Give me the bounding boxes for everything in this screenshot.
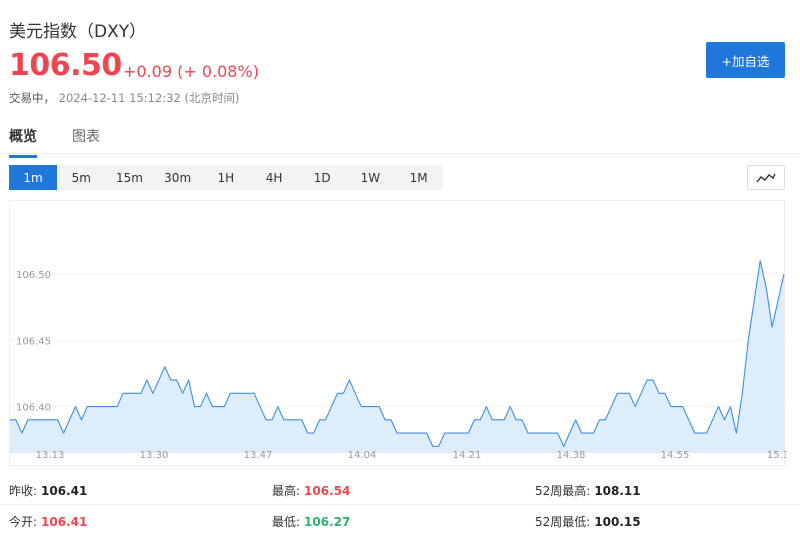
period-30m[interactable]: 30m xyxy=(154,165,202,190)
period-1m[interactable]: 1m xyxy=(9,165,58,190)
period-5m[interactable]: 5m xyxy=(57,165,105,190)
period-1mo[interactable]: 1M xyxy=(395,165,443,190)
stat-low: 最低: 106.27 xyxy=(272,513,350,530)
x-tick-label: 13.30 xyxy=(140,450,169,461)
page-title: 美元指数（DXY） xyxy=(9,22,147,42)
stat-open-label: 今开: xyxy=(9,515,38,529)
y-tick-label: 106.50 xyxy=(16,270,51,281)
period-selector: 1m 5m 15m 30m 1H 4H 1D 1W 1M xyxy=(9,165,443,190)
price-change: +0.09 (+ 0.08%) xyxy=(123,62,259,81)
stat-low-value: 106.27 xyxy=(304,515,351,529)
line-chart-icon xyxy=(756,173,776,182)
stat-high-value: 106.54 xyxy=(304,484,351,498)
x-tick-label: 13.13 xyxy=(36,450,65,461)
price-chart-svg: 106.40 106.45 106.50 13.13 13.30 13.47 14.04 14… xyxy=(10,260,786,461)
timestamp: 2024-12-11 15:12:32 xyxy=(58,91,181,105)
period-15m[interactable]: 15m xyxy=(105,165,153,190)
period-4h[interactable]: 4H xyxy=(250,165,298,190)
stat-52w-low-value: 100.15 xyxy=(594,515,641,529)
x-tick-label: 14.38 xyxy=(557,450,586,461)
change-percent: (+ 0.08%) xyxy=(177,62,259,81)
period-1w[interactable]: 1W xyxy=(346,165,394,190)
stat-open: 今开: 106.41 xyxy=(9,513,87,530)
current-price: 106.50 xyxy=(9,48,122,83)
timezone: (北京时间) xyxy=(184,91,240,105)
stat-open-value: 106.41 xyxy=(41,515,88,529)
price-area xyxy=(10,260,784,453)
x-tick-label: 14.55 xyxy=(661,450,690,461)
tab-chart[interactable]: 图表 xyxy=(72,126,100,155)
stat-52w-high-label: 52周最高: xyxy=(535,484,591,498)
stats-divider xyxy=(0,504,800,505)
add-watchlist-button[interactable]: +加自选 xyxy=(706,42,785,78)
stat-high: 最高: 106.54 xyxy=(272,482,350,499)
trading-state: 交易中， xyxy=(9,91,55,105)
tab-bar: 概览 图表 xyxy=(0,120,800,158)
y-tick-label: 106.40 xyxy=(16,403,51,414)
stat-prev-close-value: 106.41 xyxy=(41,484,88,498)
chart-type-toggle[interactable] xyxy=(747,165,785,190)
stat-52w-low: 52周最低: 100.15 xyxy=(535,513,641,530)
trading-status: 交易中， 2024-12-11 15:12:32 (北京时间) xyxy=(9,90,239,106)
period-1d[interactable]: 1D xyxy=(298,165,346,190)
stat-prev-close: 昨收: 106.41 xyxy=(9,482,87,499)
y-tick-label: 106.45 xyxy=(16,336,51,347)
stat-52w-high: 52周最高: 108.11 xyxy=(535,482,641,499)
stat-52w-high-value: 108.11 xyxy=(594,484,641,498)
stat-high-label: 最高: xyxy=(272,484,301,498)
price-chart: 106.40 106.45 106.50 13.13 13.30 13.47 14.04 14… xyxy=(9,200,786,466)
period-1h[interactable]: 1H xyxy=(202,165,250,190)
change-value: +0.09 xyxy=(123,62,173,81)
x-tick-label: 13.47 xyxy=(244,450,273,461)
stat-prev-close-label: 昨收: xyxy=(9,484,38,498)
tab-overview[interactable]: 概览 xyxy=(9,126,37,158)
x-tick-label: 14.04 xyxy=(348,450,377,461)
stat-low-label: 最低: xyxy=(272,515,301,529)
stat-52w-low-label: 52周最低: xyxy=(535,515,591,529)
x-tick-label: 14.21 xyxy=(453,450,482,461)
x-tick-label: 15.1 xyxy=(767,450,786,461)
